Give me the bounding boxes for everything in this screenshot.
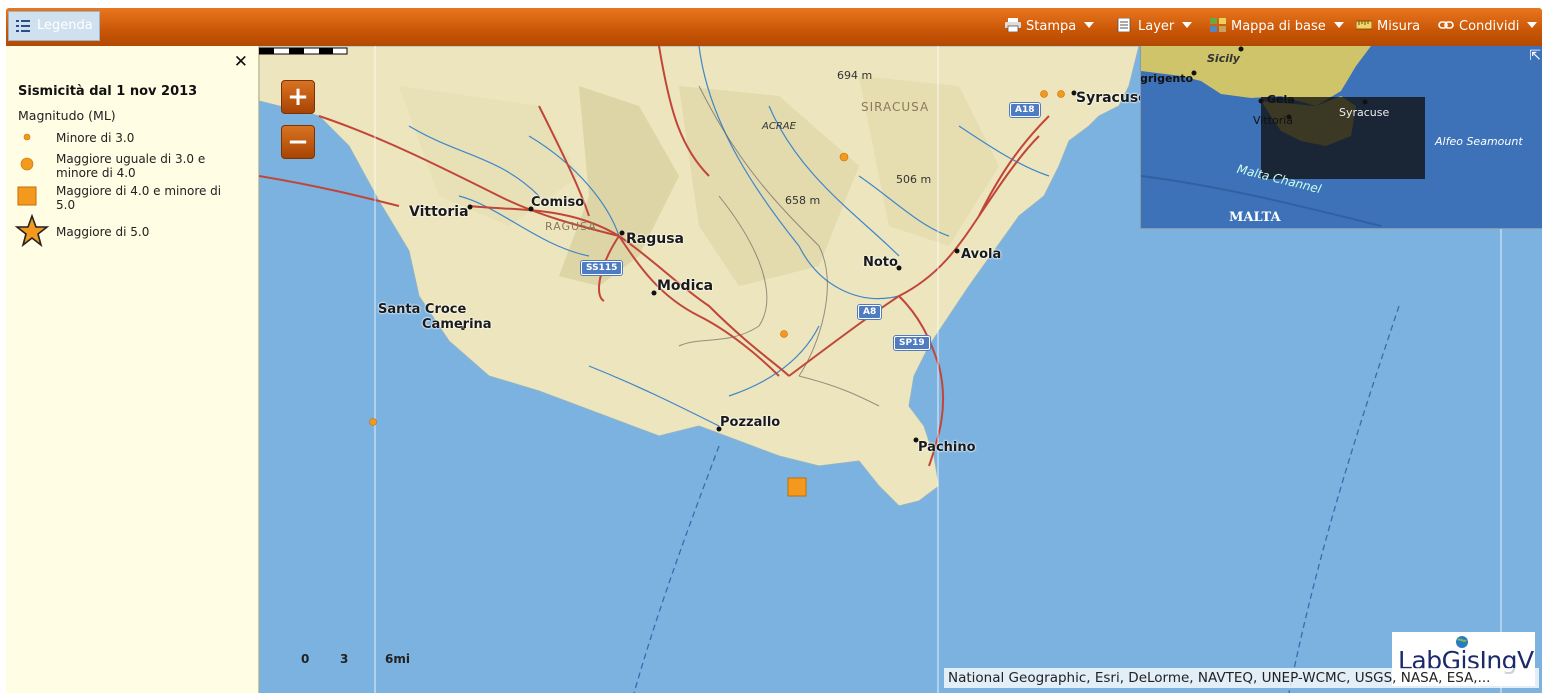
quake-marker-small <box>1057 90 1065 98</box>
label-syracuse: Syracuse <box>1076 90 1148 106</box>
quake-marker-small <box>839 152 849 162</box>
legend-toggle-label: Legenda <box>37 18 93 33</box>
print-menu[interactable]: Stampa <box>1005 8 1095 46</box>
inset-label-alfeo: Alfeo Seamount <box>1435 135 1523 148</box>
quake-marker-small <box>1040 90 1048 98</box>
map-attribution: National Geographic, Esri, DeLorme, NAVT… <box>944 668 1539 688</box>
layers-icon <box>1117 18 1131 32</box>
layer-label: Layer <box>1138 19 1175 34</box>
list-icon <box>16 20 30 32</box>
zoom-out-button[interactable]: − <box>281 125 315 159</box>
legend-item-3-4: Maggiore uguale di 3.0 e minore di 4.0 <box>56 152 206 180</box>
quake-marker-small <box>369 418 377 426</box>
label-vittoria: Vittoria <box>409 204 469 220</box>
road-shield-sp19: SP19 <box>894 336 930 350</box>
label-pachino: Pachino <box>918 440 976 455</box>
expand-icon[interactable]: ⇱ <box>1529 48 1541 64</box>
region-siracusa: SIRACUSA <box>861 100 930 114</box>
quake-marker-small <box>780 330 788 338</box>
legend-subtitle: Magnitudo (ML) <box>18 108 116 123</box>
label-modica: Modica <box>657 278 714 294</box>
label-noto: Noto <box>863 255 898 270</box>
label-santa-croce: Santa Croce <box>378 302 467 317</box>
inset-label-sicily: Sicily <box>1207 52 1240 65</box>
top-toolbar: Legenda Stampa Layer Mappa di base Misur… <box>6 8 1542 46</box>
label-pozzallo: Pozzallo <box>720 415 781 430</box>
share-menu[interactable]: Condividi <box>1438 8 1538 46</box>
elevation-506: 506 m <box>896 173 932 186</box>
legend-toggle-button[interactable]: Legenda <box>8 11 100 41</box>
inset-label-malta: MALTA <box>1229 210 1281 225</box>
measure-label: Misura <box>1377 19 1421 34</box>
label-ragusa: Ragusa <box>626 231 684 247</box>
elevation-694: 694 m <box>837 69 873 82</box>
print-label: Stampa <box>1026 19 1077 34</box>
printer-icon <box>1005 18 1021 32</box>
overview-map[interactable]: Sicily grigento Gela Vittoria Syracuse A… <box>1140 46 1542 229</box>
zoom-in-button[interactable]: + <box>281 80 315 114</box>
region-ragusa: RAGUSA <box>545 220 597 233</box>
label-camerina: Camerina <box>422 317 492 332</box>
map-canvas[interactable]: Syracuse Vittoria Comiso Ragusa Modica N… <box>259 46 1542 693</box>
star-marker-icon <box>15 214 49 248</box>
basemap-menu[interactable]: Mappa di base <box>1210 8 1344 46</box>
label-avola: Avola <box>961 247 1002 262</box>
ruler-icon <box>1356 20 1372 30</box>
elevation-658: 658 m <box>785 194 821 207</box>
scale-label-0: 0 <box>301 652 310 666</box>
layer-menu[interactable]: Layer <box>1117 8 1193 46</box>
small-dot-icon <box>23 133 31 141</box>
basemap-grid-icon <box>1210 18 1226 32</box>
scale-label-6mi: 6mi <box>385 652 410 666</box>
label-acrae: ACRAE <box>762 121 796 132</box>
road-shield-a18: A18 <box>1010 103 1040 117</box>
chevron-down-icon <box>1333 22 1344 28</box>
inset-label-vittoria: Vittoria <box>1253 114 1294 127</box>
legend-item-minor: Minore di 3.0 <box>56 131 135 145</box>
inset-label-syracuse: Syracuse <box>1339 106 1390 119</box>
legend-item-4-5: Maggiore di 4.0 e minore di 5.0 <box>56 184 222 212</box>
scale-bar <box>259 47 348 55</box>
square-marker-icon <box>17 186 37 206</box>
legend-title: Sismicità dal 1 nov 2013 <box>18 84 198 99</box>
road-shield-ss115: SS115 <box>581 261 623 275</box>
inset-label-gela: Gela <box>1267 93 1295 106</box>
chevron-down-icon <box>1084 22 1095 28</box>
legend-panel: ✕ Sismicità dal 1 nov 2013 Magnitudo (ML… <box>6 46 259 693</box>
label-comiso: Comiso <box>531 195 585 210</box>
link-icon <box>1438 21 1454 29</box>
chevron-down-icon <box>1182 22 1193 28</box>
close-icon[interactable]: ✕ <box>234 52 248 72</box>
chevron-down-icon <box>1527 22 1538 28</box>
legend-item-over-5: Maggiore di 5.0 <box>56 225 150 239</box>
scale-label-3: 3 <box>340 652 349 666</box>
medium-dot-icon <box>20 157 34 171</box>
quake-marker-square <box>787 477 807 497</box>
basemap-label: Mappa di base <box>1231 19 1326 34</box>
share-label: Condividi <box>1459 19 1520 34</box>
inset-label-agrigento: grigento <box>1140 72 1194 85</box>
road-shield-a8: A8 <box>858 305 882 319</box>
measure-button[interactable]: Misura <box>1356 8 1420 46</box>
map-viewer: Legenda Stampa Layer Mappa di base Misur… <box>0 0 1550 699</box>
